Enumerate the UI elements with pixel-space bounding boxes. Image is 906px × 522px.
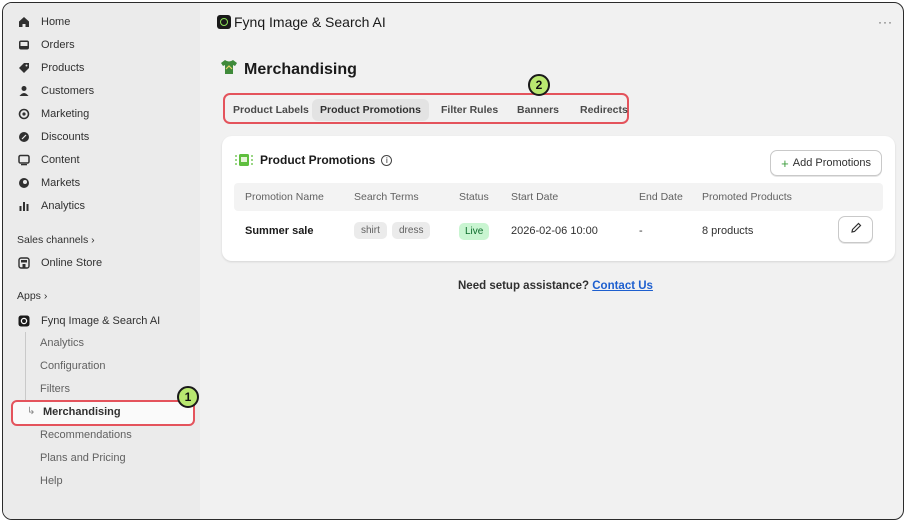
sidebar-item-analytics[interactable]: Analytics	[17, 196, 85, 216]
promotion-icon	[234, 152, 254, 168]
sales-channels-heading[interactable]: Sales channels ›	[17, 234, 95, 246]
shirt-icon	[220, 59, 238, 80]
tab-product-labels[interactable]: Product Labels	[225, 99, 317, 121]
column-header: Status	[459, 191, 489, 203]
tag-icon	[17, 61, 31, 75]
sidebar: Home Orders Products Customers Marketing…	[3, 3, 200, 519]
sidebar-item-customers[interactable]: Customers	[17, 81, 94, 101]
image-icon	[17, 153, 31, 167]
add-promotions-button[interactable]: + Add Promotions	[770, 150, 882, 176]
plus-icon: +	[781, 155, 789, 171]
sidebar-item-markets[interactable]: Markets	[17, 173, 80, 193]
promoted-products: 8 products	[702, 225, 754, 237]
sidebar-item-online-store[interactable]: Online Store	[17, 253, 102, 273]
sidebar-item-label: Products	[41, 62, 85, 74]
branch-arrow-icon: ↳	[27, 406, 36, 417]
column-header: End Date	[639, 191, 683, 203]
sidebar-sub-merchandising[interactable]: ↳ Merchandising	[11, 400, 195, 426]
globe-icon	[17, 176, 31, 190]
sidebar-item-label: Customers	[41, 85, 95, 97]
storefront-icon	[17, 256, 31, 270]
search-term-chip: shirt	[354, 222, 387, 239]
sidebar-item-label: Home	[41, 16, 71, 28]
tab-bar: Product Labels Product Promotions Filter…	[223, 93, 629, 124]
contact-us-link[interactable]: Contact Us	[592, 280, 653, 292]
end-date: -	[639, 225, 643, 237]
tab-banners[interactable]: Banners	[509, 99, 567, 121]
inbox-icon	[17, 38, 31, 52]
section-label-text: Apps	[17, 290, 41, 302]
discount-icon	[17, 130, 31, 144]
tab-redirects[interactable]: Redirects	[572, 99, 636, 121]
column-header: Start Date	[511, 191, 559, 203]
card-title-text: Product Promotions	[260, 153, 376, 167]
table-header: Promotion Name Search Terms Status Start…	[234, 183, 883, 211]
sidebar-item-products[interactable]: Products	[17, 58, 84, 78]
sidebar-item-content[interactable]: Content	[17, 150, 80, 170]
sidebar-item-label: Orders	[41, 39, 75, 51]
more-menu-button[interactable]: ···	[878, 15, 893, 29]
column-header: Promotion Name	[245, 191, 324, 203]
column-header: Promoted Products	[702, 191, 792, 203]
tab-product-promotions[interactable]: Product Promotions	[312, 99, 429, 121]
app-frame: Home Orders Products Customers Marketing…	[2, 2, 904, 520]
step-badge-2: 2	[528, 74, 550, 96]
page-title: Merchandising	[220, 59, 357, 80]
column-header: Search Terms	[354, 191, 419, 203]
apps-heading[interactable]: Apps ›	[17, 290, 47, 302]
app-logo-icon	[217, 15, 231, 29]
sidebar-sub-filters[interactable]: Filters	[40, 380, 70, 398]
sidebar-item-label: Fynq Image & Search AI	[41, 315, 161, 327]
pencil-icon	[850, 222, 862, 237]
sidebar-item-label: Analytics	[41, 200, 86, 212]
bar-chart-icon	[17, 199, 31, 213]
start-date: 2026-02-06 10:00	[511, 225, 598, 237]
add-promotions-label: Add Promotions	[792, 157, 871, 169]
sidebar-item-label: Online Store	[41, 257, 103, 269]
info-icon[interactable]: i	[381, 154, 393, 166]
sidebar-item-label: Content	[41, 154, 80, 166]
chevron-right-icon: ›	[91, 234, 95, 246]
target-icon	[17, 107, 31, 121]
table-row[interactable]: Summer sale shirt dress Live 2026-02-06 …	[234, 213, 883, 249]
sidebar-item-label: Markets	[41, 177, 81, 189]
sidebar-sub-plans[interactable]: Plans and Pricing	[40, 449, 126, 467]
sidebar-sub-help[interactable]: Help	[40, 472, 63, 490]
sidebar-item-marketing[interactable]: Marketing	[17, 104, 89, 124]
sidebar-sub-configuration[interactable]: Configuration	[40, 357, 105, 375]
search-term-chip: dress	[392, 222, 431, 239]
sidebar-item-label: Discounts	[41, 131, 90, 143]
sidebar-item-home[interactable]: Home	[17, 12, 70, 32]
section-label-text: Sales channels	[17, 234, 89, 246]
chevron-right-icon: ›	[43, 290, 48, 302]
main-content: Fynq Image & Search AI ··· Merchandising…	[200, 3, 903, 519]
assist-text: Need setup assistance?	[458, 280, 590, 292]
page-title-text: Merchandising	[244, 60, 357, 78]
promotion-name: Summer sale	[245, 225, 314, 237]
person-icon	[17, 84, 31, 98]
sidebar-item-fynq-app[interactable]: Fynq Image & Search AI	[17, 311, 160, 331]
tab-filter-rules[interactable]: Filter Rules	[433, 99, 506, 121]
setup-assistance: Need setup assistance? Contact Us	[458, 280, 653, 292]
sidebar-sub-label: Merchandising	[43, 406, 121, 418]
promotions-card: Product Promotions i + Add Promotions Pr…	[222, 136, 895, 261]
app-title-text: Fynq Image & Search AI	[234, 14, 386, 30]
sidebar-sub-recommendations[interactable]: Recommendations	[40, 426, 132, 444]
card-title: Product Promotions i	[234, 152, 393, 168]
home-icon	[17, 15, 31, 29]
app-title: Fynq Image & Search AI	[217, 14, 386, 30]
app-logo-icon	[17, 314, 31, 328]
edit-promotion-button[interactable]	[838, 216, 873, 243]
status-badge: Live	[459, 223, 490, 240]
sidebar-item-orders[interactable]: Orders	[17, 35, 75, 55]
sidebar-item-discounts[interactable]: Discounts	[17, 127, 89, 147]
sidebar-item-label: Marketing	[41, 108, 90, 120]
sidebar-sub-analytics[interactable]: Analytics	[40, 334, 84, 352]
step-badge-1: 1	[177, 386, 199, 408]
